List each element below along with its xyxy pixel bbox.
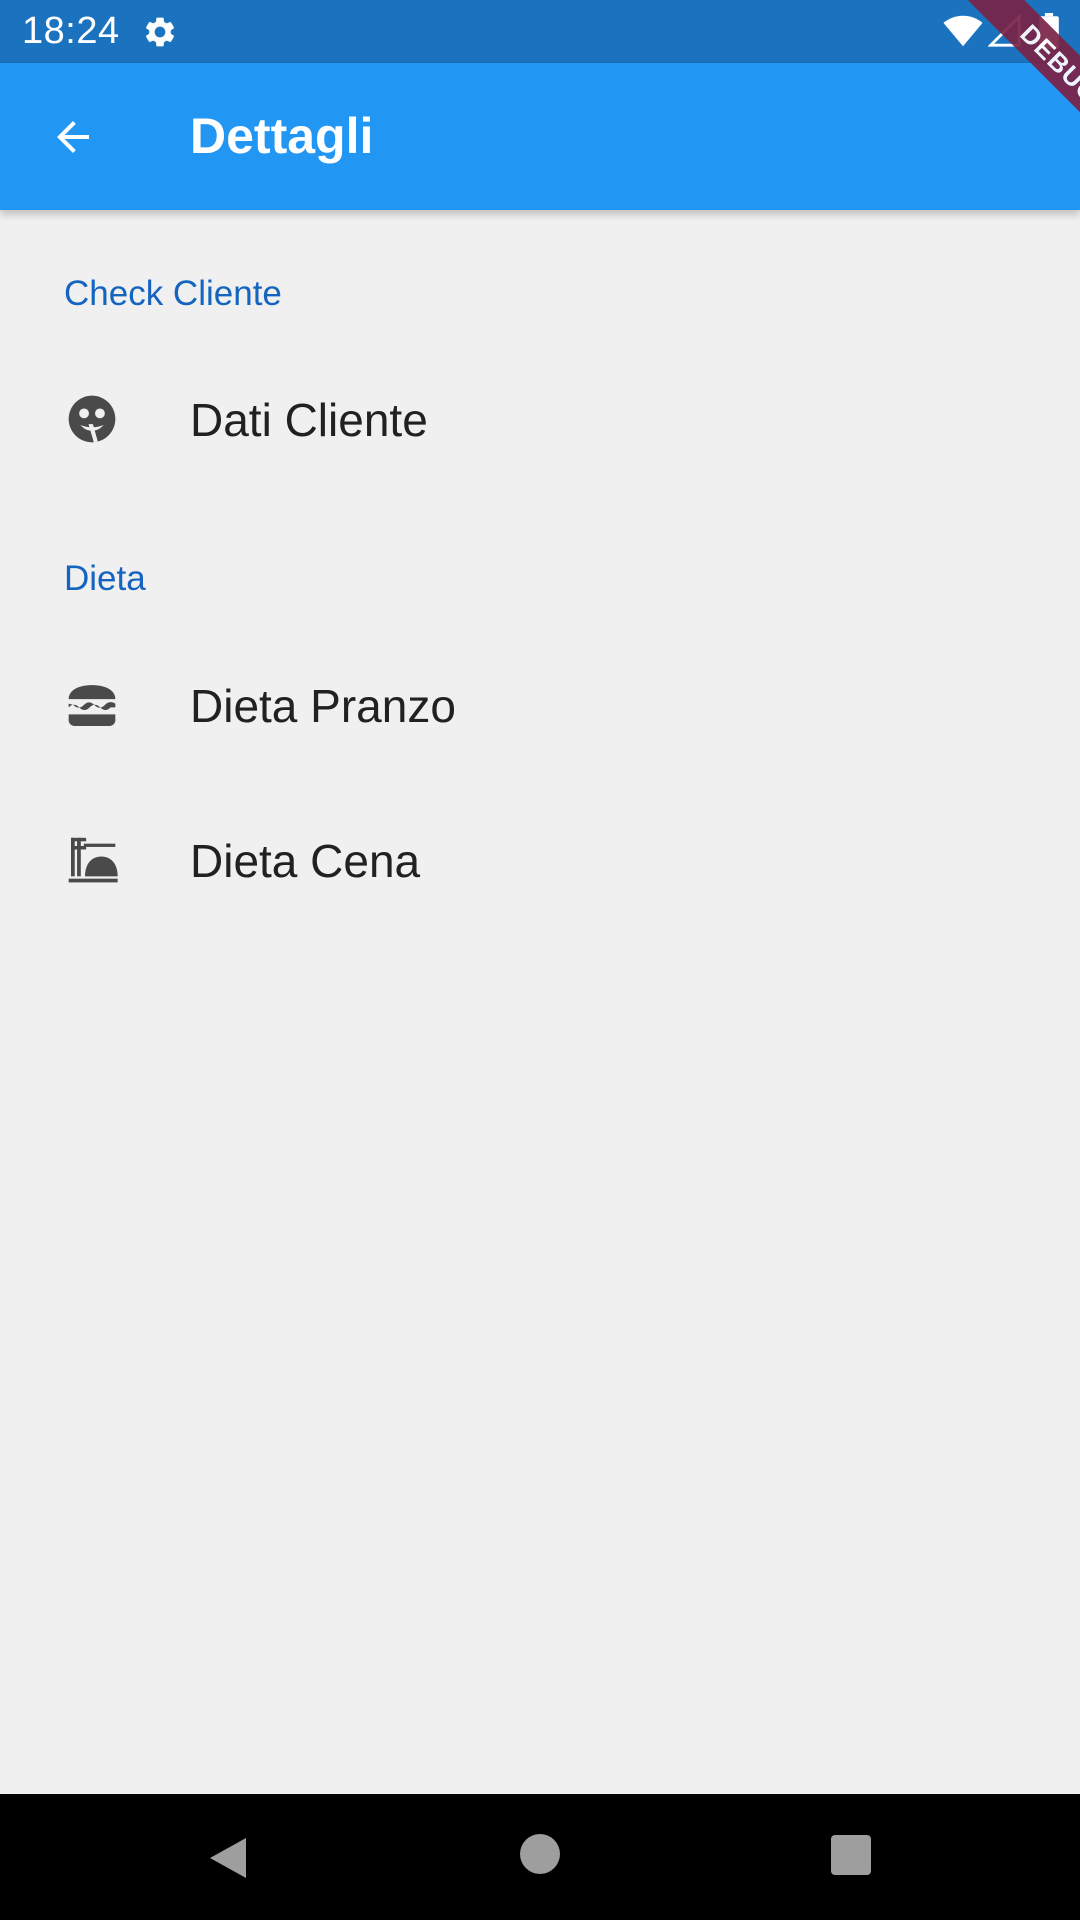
list-item-dati-cliente[interactable]: Dati Cliente (0, 343, 1080, 495)
arrow-back-icon (57, 121, 89, 153)
list-item-dieta-cena[interactable]: Dieta Cena (0, 784, 1080, 936)
list-item-label: Dieta Pranzo (190, 680, 456, 732)
wifi-icon (943, 15, 983, 47)
signal-icon (988, 14, 1021, 47)
battery-icon (1039, 13, 1059, 49)
burger-icon (68, 685, 116, 726)
navigation-bar (0, 1794, 1080, 1920)
back-button[interactable] (36, 100, 110, 174)
status-time: 18:24 (22, 10, 120, 52)
section-header-check-cliente: Check Cliente (64, 274, 282, 313)
gear-icon (145, 17, 175, 47)
list-item-label: Dati Cliente (190, 394, 428, 446)
list-item-label: Dieta Cena (190, 835, 421, 887)
app-bar: Dettagli (0, 63, 1080, 210)
page-title: Dettagli (190, 108, 374, 164)
nav-back-icon[interactable] (204, 1834, 252, 1882)
face-icon (68, 395, 116, 443)
list-item-dieta-pranzo[interactable]: Dieta Pranzo (0, 629, 1080, 781)
nav-recents-icon[interactable] (831, 1835, 871, 1875)
dinner-icon (68, 837, 118, 883)
nav-home-icon[interactable] (520, 1834, 560, 1874)
status-bar: 18:24 (0, 0, 1080, 63)
section-header-dieta: Dieta (64, 559, 146, 598)
